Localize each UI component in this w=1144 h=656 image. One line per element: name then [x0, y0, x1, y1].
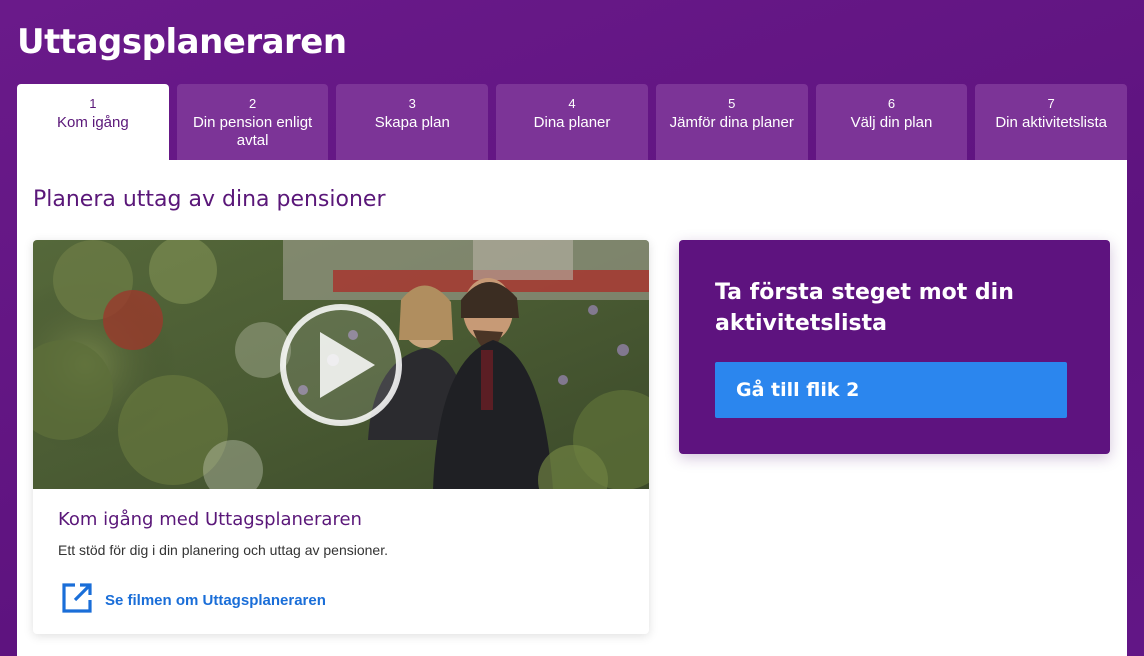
tab-number: 4: [568, 96, 576, 111]
tab-jamfor-dina-planer[interactable]: 5 Jämför dina planer: [655, 84, 808, 160]
app-title: Uttagsplaneraren: [17, 22, 347, 62]
tab-label: Skapa plan: [374, 114, 450, 131]
external-link-icon: [61, 582, 93, 618]
video-thumbnail[interactable]: [33, 240, 649, 489]
tab-label: Jämför dina planer: [669, 114, 794, 131]
cta-text: Ta första steget mot din aktivitetslista: [715, 280, 1014, 336]
tab-din-aktivitetslista[interactable]: 7 Din aktivitetslista: [975, 84, 1128, 160]
tab-number: 1: [89, 96, 97, 111]
tab-number: 2: [248, 96, 257, 111]
watch-film-link[interactable]: Se filmen om Uttagsplaneraren: [61, 583, 326, 617]
tab-label: Din aktivitetslista: [995, 114, 1108, 131]
tab-number: 6: [887, 96, 896, 111]
tab-dina-planer[interactable]: 4 Dina planer: [496, 84, 648, 160]
tab-label: Dina planer: [533, 114, 611, 131]
video-thumbnail-image: [33, 240, 649, 489]
tab-skapa-plan[interactable]: 3 Skapa plan: [336, 84, 489, 160]
video-card: Kom igång med Uttagsplaneraren Ett stöd …: [33, 240, 649, 634]
tab-number: 7: [1047, 96, 1055, 111]
tab-panel: Planera uttag av dina pensioner Kom igån…: [17, 160, 1127, 656]
go-to-tab-2-button[interactable]: Gå till flik 2: [715, 362, 1067, 418]
tab-label: Välj din plan: [850, 114, 933, 131]
cta-box: Ta första steget mot din aktivitetslista…: [679, 240, 1110, 454]
tab-valj-din-plan[interactable]: 6 Välj din plan: [815, 84, 968, 160]
tab-din-pension-enligt-avtal[interactable]: 2 Din pension enligt avtal: [176, 84, 329, 160]
page-title: Planera uttag av dina pensioner: [33, 187, 386, 212]
tab-label: Din pension enligt avtal: [192, 114, 313, 149]
video-card-description: Ett stöd för dig i din planering och utt…: [58, 542, 388, 558]
tab-number: 5: [728, 96, 736, 111]
tab-number: 3: [408, 96, 416, 111]
tab-label: Kom igång: [57, 114, 129, 131]
tab-kom-igang[interactable]: 1 Kom igång: [17, 84, 169, 160]
watch-film-link-label: Se filmen om Uttagsplaneraren: [105, 591, 326, 609]
tab-bar: 1 Kom igång 2 Din pension enligt avtal 3…: [17, 84, 1128, 160]
video-card-title: Kom igång med Uttagsplaneraren: [58, 509, 362, 530]
